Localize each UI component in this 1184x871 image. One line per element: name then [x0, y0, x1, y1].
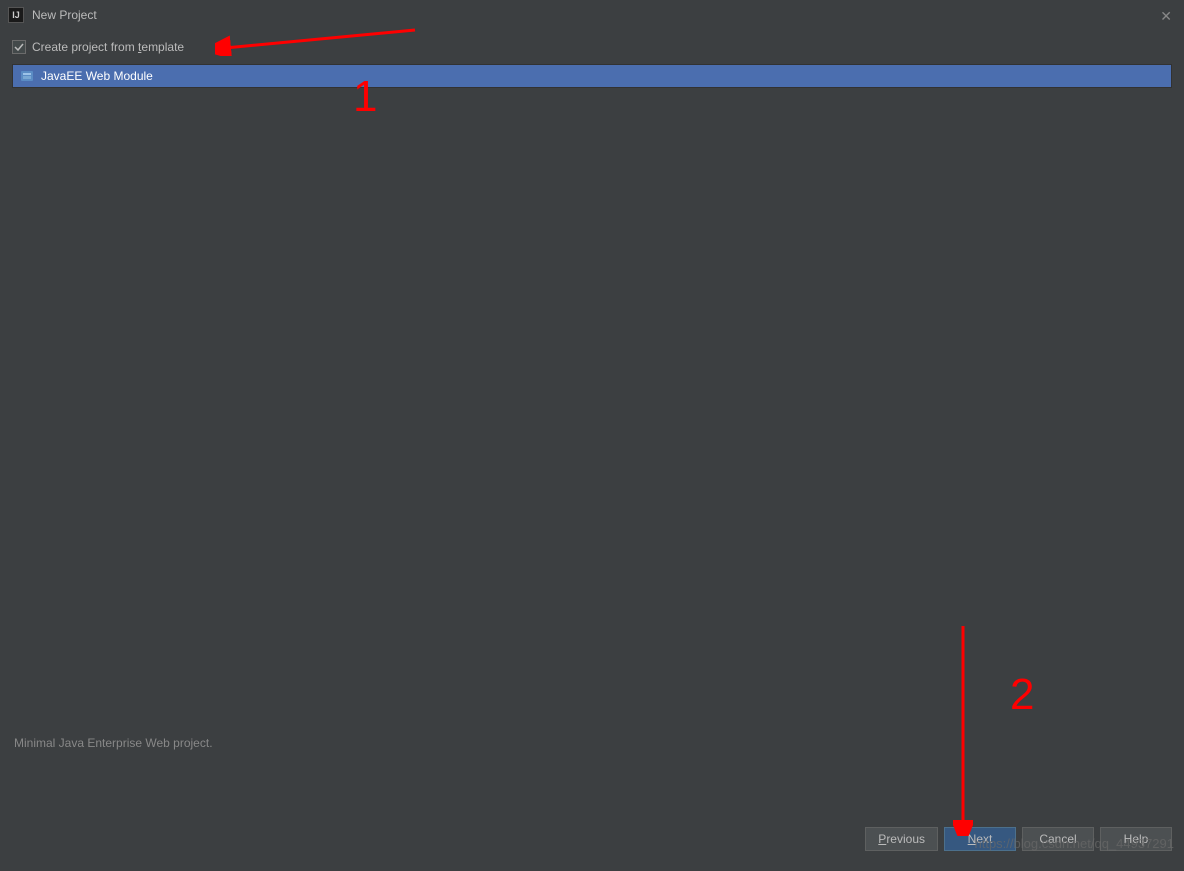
next-button-rest: ext — [976, 832, 992, 846]
template-description: Minimal Java Enterprise Web project. — [14, 736, 213, 750]
help-button[interactable]: Help — [1100, 827, 1172, 851]
button-bar: Previous Next Cancel Help — [865, 827, 1172, 851]
previous-button-underline: P — [878, 832, 886, 846]
previous-button[interactable]: Previous — [865, 827, 938, 851]
javaee-module-icon — [19, 68, 35, 84]
create-from-template-row: Create project from template — [12, 40, 1172, 54]
dialog-content: Create project from template JavaEE Web … — [0, 30, 1184, 96]
cancel-button-label: Cancel — [1039, 832, 1076, 846]
template-item-label: JavaEE Web Module — [41, 69, 153, 83]
checkbox-label-suffix: emplate — [141, 40, 184, 54]
app-icon-text: IJ — [12, 10, 20, 20]
window-title: New Project — [32, 8, 97, 22]
annotation-arrow-2 — [953, 621, 973, 836]
create-from-template-label: Create project from template — [32, 40, 184, 54]
create-from-template-checkbox[interactable] — [12, 40, 26, 54]
previous-button-rest: revious — [886, 832, 925, 846]
template-list: JavaEE Web Module — [12, 64, 1172, 88]
template-item-javaee-web-module[interactable]: JavaEE Web Module — [13, 65, 1171, 87]
title-bar: IJ New Project ✕ — [0, 0, 1184, 30]
next-button-underline: N — [968, 832, 977, 846]
checkbox-label-prefix: Create project from — [32, 40, 138, 54]
next-button[interactable]: Next — [944, 827, 1016, 851]
cancel-button[interactable]: Cancel — [1022, 827, 1094, 851]
close-icon[interactable]: ✕ — [1160, 8, 1172, 25]
app-icon: IJ — [8, 7, 24, 23]
help-button-label: Help — [1124, 832, 1149, 846]
annotation-label-2: 2 — [1010, 670, 1034, 720]
